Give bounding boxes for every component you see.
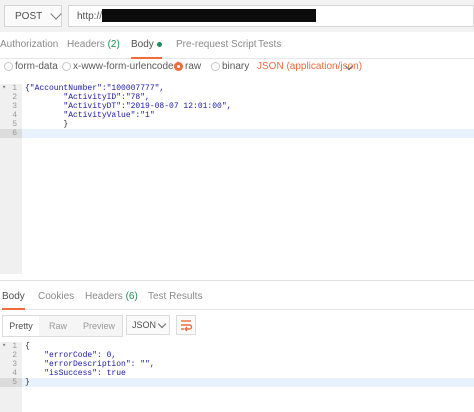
response-body-viewer[interactable]: ▾ 1 2 3 4 5 { "errorCode": 0, "errorDescr…	[0, 342, 474, 412]
tab-response-body[interactable]: Body	[2, 287, 25, 310]
tab-response-headers[interactable]: Headers (6)	[85, 287, 138, 309]
preview-button[interactable]: Preview	[77, 316, 121, 336]
line-number: 1	[12, 84, 17, 93]
request-tabs: Authorization Headers (2) Body Pre-reque…	[0, 32, 474, 59]
line-number: 2	[12, 93, 17, 102]
tab-label: Authorization	[0, 39, 59, 50]
method-label: POST	[15, 10, 43, 22]
response-view-bar: Pretty Raw Preview JSON	[0, 313, 474, 337]
raw-radio[interactable]	[174, 62, 183, 71]
code-line: "isSuccess": true	[25, 369, 126, 378]
tab-label: Headers	[67, 39, 105, 50]
wrap-lines-button[interactable]	[176, 315, 196, 335]
wrap-lines-icon	[181, 320, 193, 332]
code-line: }	[25, 378, 30, 387]
tab-label: Cookies	[38, 291, 75, 302]
request-bar: POST http://	[0, 0, 474, 33]
tab-label: Test Results	[148, 291, 203, 302]
line-number: 5	[12, 378, 17, 387]
response-tabs: Body Cookies Headers (6) Test Results	[0, 287, 474, 310]
raw-button[interactable]: Raw	[39, 316, 77, 336]
code-line: "ActivityValue":"1"	[25, 111, 155, 120]
url-text: http://	[77, 10, 103, 22]
line-number: 6	[12, 129, 17, 138]
code-line: "ActivityID":"78",	[25, 93, 150, 102]
tab-label: Body	[2, 291, 25, 302]
line-number: 1	[12, 342, 17, 351]
body-type-bar: form-data x-www-form-urlencoded raw bina…	[0, 58, 474, 78]
tab-pre-request-script[interactable]: Pre-request Script	[176, 32, 257, 58]
request-body-editor[interactable]: ▾ 1 2 3 4 5 6 {"AccountNumber":"100007777…	[0, 84, 474, 274]
code-line: "errorCode": 0,	[25, 351, 117, 360]
tab-label: Headers	[85, 291, 123, 302]
raw-label: raw	[185, 61, 202, 72]
fold-arrow-icon[interactable]: ▾	[2, 342, 6, 351]
code-line: {	[25, 342, 30, 351]
form-data-label: form-data	[15, 61, 58, 72]
binary-label: binary	[222, 61, 250, 72]
fold-arrow-icon[interactable]: ▾	[2, 84, 6, 93]
line-number: 5	[12, 120, 17, 129]
tab-label: Tests	[258, 39, 282, 50]
line-number: 3	[12, 102, 17, 111]
line-number: 4	[12, 369, 17, 378]
urlencoded-radio[interactable]	[62, 62, 71, 71]
line-number: 2	[12, 351, 17, 360]
modified-dot-icon	[156, 41, 162, 47]
tab-authorization[interactable]: Authorization	[0, 32, 58, 58]
tab-body[interactable]: Body	[131, 32, 162, 59]
pretty-button[interactable]: Pretty	[3, 316, 39, 336]
pane-divider[interactable]	[0, 280, 474, 281]
chevron-down-icon	[50, 8, 62, 20]
active-tab-indicator	[2, 308, 25, 310]
line-number: 3	[12, 360, 17, 369]
code-line: "ActivityDT":"2019-08-07 12:01:00",	[25, 102, 232, 111]
line-number: 4	[12, 111, 17, 120]
code-line: }	[25, 120, 69, 129]
form-data-radio[interactable]	[4, 62, 13, 71]
urlencoded-label: x-www-form-urlencoded	[73, 61, 180, 72]
tab-cookies[interactable]: Cookies	[38, 287, 74, 309]
active-line-highlight	[22, 129, 474, 138]
tab-test-results[interactable]: Test Results	[148, 287, 202, 309]
method-select[interactable]: POST	[4, 5, 62, 27]
chevron-down-icon	[157, 319, 167, 329]
tab-label: Pre-request Script	[176, 39, 257, 50]
url-redaction	[102, 9, 316, 22]
tab-tests[interactable]: Tests	[258, 32, 281, 58]
code-line: {"AccountNumber":"100007777",	[25, 84, 165, 93]
tab-headers[interactable]: Headers (2)	[67, 32, 120, 58]
tab-label: Body	[131, 39, 154, 50]
binary-radio[interactable]	[211, 62, 220, 71]
headers-count-badge: (6)	[125, 291, 138, 302]
code-line: "errorDescription": "",	[25, 360, 155, 369]
view-mode-group: Pretty Raw Preview	[2, 315, 123, 337]
format-select[interactable]: JSON	[126, 315, 170, 335]
active-line-highlight	[22, 378, 474, 387]
format-label: JSON	[132, 320, 157, 330]
headers-count-badge: (2)	[107, 39, 120, 50]
